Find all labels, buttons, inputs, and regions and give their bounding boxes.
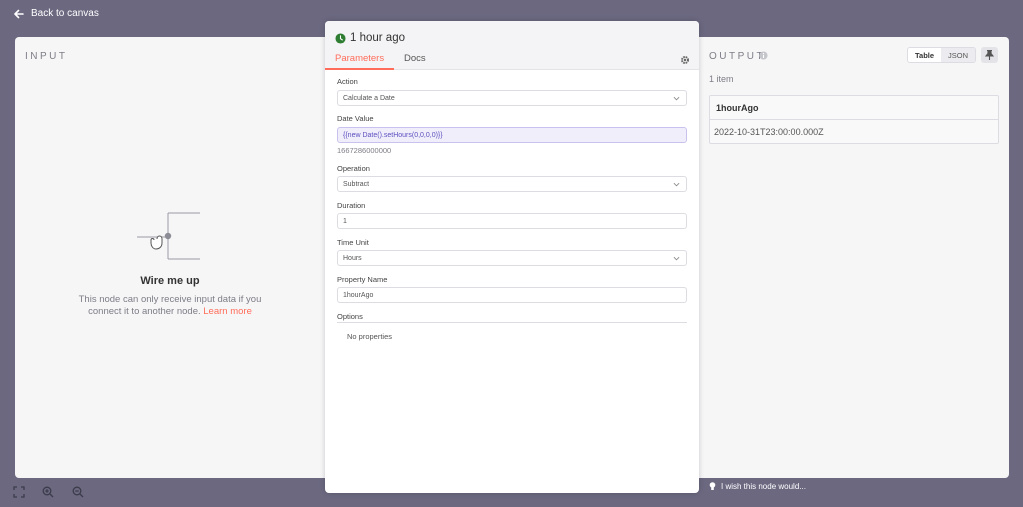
duration-input[interactable]: 1 (337, 213, 687, 229)
operation-select[interactable]: Subtract (337, 176, 687, 192)
fit-view-icon[interactable] (13, 486, 25, 498)
wire-desc-line1: This node can only receive input data if… (78, 294, 262, 305)
output-title: OUTPUT (709, 51, 766, 62)
pin-data-button[interactable] (981, 47, 998, 63)
date-value-expression: {{new Date().setHours(0,0,0,0)}} (343, 132, 443, 139)
action-select[interactable]: Calculate a Date (337, 90, 687, 106)
table-header: 1hourAgo (710, 96, 998, 120)
duration-label: Duration (337, 201, 366, 210)
zoom-out-icon[interactable] (72, 486, 84, 498)
time-unit-select[interactable]: Hours (337, 250, 687, 266)
back-label: Back to canvas (31, 8, 99, 19)
action-value: Calculate a Date (343, 95, 395, 102)
item-count: 1 item (709, 74, 734, 84)
date-value-input[interactable]: {{new Date().setHours(0,0,0,0)}} (337, 127, 687, 143)
time-unit-label: Time Unit (337, 238, 369, 247)
table-cell[interactable]: 2022-10-31T23:00:00.000Z (710, 120, 998, 143)
json-view-button[interactable]: JSON (941, 48, 976, 62)
back-to-canvas-button[interactable]: Back to canvas (14, 8, 99, 19)
node-parameters-panel: 1 hour ago Parameters Docs Action Calcul… (325, 21, 699, 493)
operation-label: Operation (337, 164, 370, 173)
tab-docs[interactable]: Docs (404, 53, 426, 70)
info-icon[interactable] (759, 51, 768, 60)
property-name-input[interactable]: 1hourAgo (337, 287, 687, 303)
view-toggle: Table JSON (907, 47, 977, 63)
node-title[interactable]: 1 hour ago (350, 32, 405, 44)
chevron-down-icon (673, 96, 680, 101)
zoom-in-icon[interactable] (42, 486, 54, 498)
options-label: Options (337, 312, 363, 321)
date-value-hint: 1667286000000 (337, 146, 392, 155)
property-name-value: 1hourAgo (343, 292, 374, 299)
feedback-text: I wish this node would... (721, 482, 806, 491)
output-panel: OUTPUT Table JSON 1 item 1hourAgo 2022-1… (699, 37, 1009, 478)
wire-description: This node can only receive input data if… (70, 294, 270, 318)
active-tab-indicator (325, 68, 394, 70)
options-divider (337, 322, 687, 323)
table-view-button[interactable]: Table (908, 48, 942, 62)
input-panel: INPUT Wire me up This node can only rece… (15, 37, 325, 478)
feedback-link[interactable]: I wish this node would... (709, 482, 806, 491)
node-header: 1 hour ago Parameters Docs (325, 21, 699, 70)
no-properties-text: No properties (347, 332, 393, 341)
pin-icon (985, 50, 994, 60)
input-title: INPUT (25, 51, 68, 62)
time-unit-value: Hours (343, 255, 362, 262)
chevron-down-icon (673, 256, 680, 261)
date-value-label: Date Value (337, 114, 374, 123)
output-table: 1hourAgo 2022-10-31T23:00:00.000Z (709, 95, 999, 144)
wire-me-up-title: Wire me up (140, 275, 200, 287)
wire-desc-line2-wrap: connect it to another node. Learn more (70, 306, 270, 318)
arrow-left-icon (14, 9, 24, 18)
lightbulb-icon (709, 482, 716, 490)
learn-more-link[interactable]: Learn more (203, 306, 252, 317)
chevron-down-icon (673, 182, 680, 187)
action-label: Action (337, 77, 358, 86)
operation-value: Subtract (343, 181, 370, 188)
duration-value: 1 (343, 218, 347, 225)
property-name-label: Property Name (337, 275, 388, 284)
clock-icon (335, 33, 346, 44)
wire-desc-line2: connect it to another node. (88, 306, 201, 317)
gear-icon[interactable] (680, 55, 690, 65)
wire-illustration-icon (137, 212, 200, 260)
